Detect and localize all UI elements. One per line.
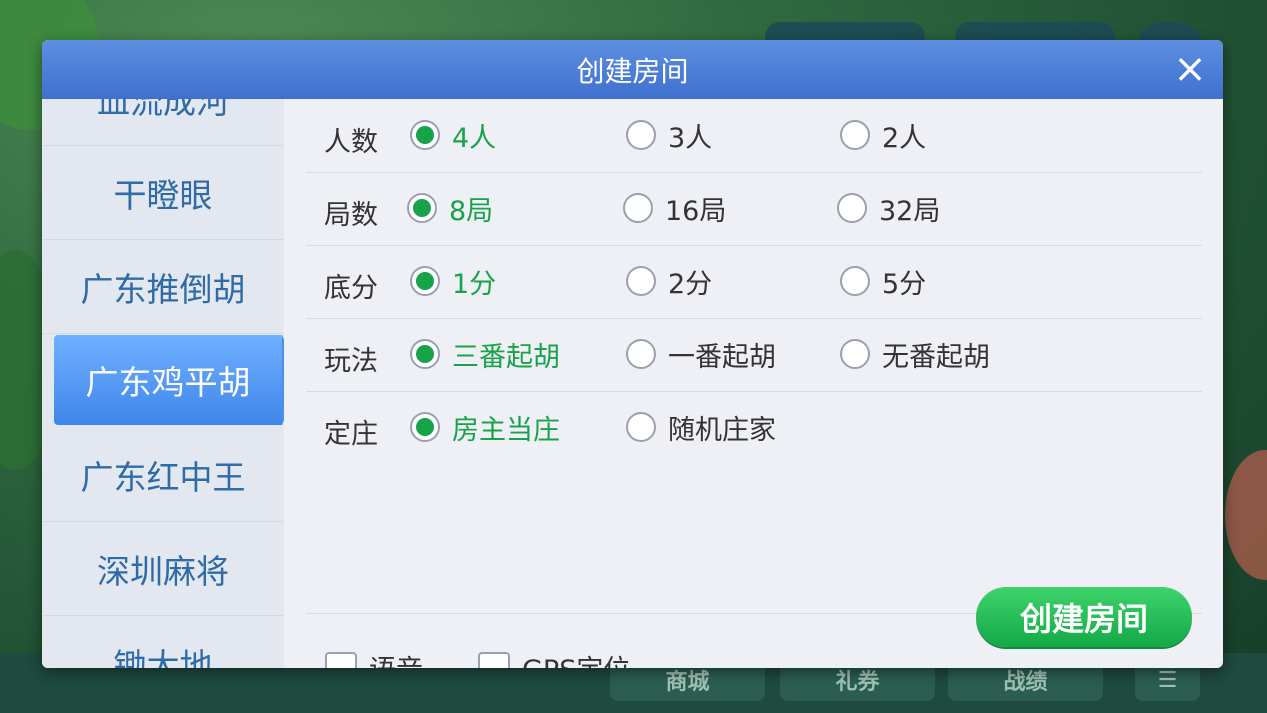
radio-unchecked-icon — [626, 412, 656, 442]
radio-label: 一番起胡 — [668, 341, 776, 373]
option-label: 底分 — [324, 273, 378, 304]
background-rock — [1225, 450, 1267, 580]
options-panel: 人数 4人 3人 2人 局数 8局 16局 32局 底分 1分 2分 5分 玩法… — [284, 99, 1223, 668]
radio-unchecked-icon — [623, 193, 653, 223]
radio-checked-icon — [410, 412, 440, 442]
radio-label: 3人 — [668, 122, 713, 154]
radio-checked-icon — [410, 120, 440, 150]
dialog-title: 创建房间 — [576, 54, 689, 88]
sidebar-item-label: 干瞪眼 — [113, 175, 213, 215]
radio-unchecked-icon — [840, 339, 870, 369]
option-row-base-score: 底分 1分 2分 5分 — [306, 245, 1202, 319]
radio-label: 5分 — [882, 268, 927, 300]
radio-score-2[interactable]: 2分 — [626, 263, 713, 300]
sidebar-item-gandengyan[interactable]: 干瞪眼 — [42, 146, 284, 240]
radio-rule-sanfan[interactable]: 三番起胡 — [410, 336, 560, 373]
radio-label: 2分 — [668, 268, 713, 300]
sidebar-item-label: 血流成河 — [97, 99, 229, 121]
radio-rounds-32[interactable]: 32局 — [837, 190, 941, 227]
radio-unchecked-icon — [626, 120, 656, 150]
radio-label: 无番起胡 — [882, 341, 990, 373]
option-row-rules: 玩法 三番起胡 一番起胡 无番起胡 — [306, 318, 1202, 392]
radio-label: 4人 — [452, 122, 497, 154]
checkbox-label: 语音 — [369, 648, 423, 668]
sidebar-item-guangdong-jipinghu[interactable]: 广东鸡平胡 — [54, 335, 284, 425]
radio-label: 8局 — [449, 195, 494, 227]
radio-unchecked-icon — [840, 120, 870, 150]
checkbox-label: GPS定位 — [522, 648, 630, 668]
checkbox-unchecked-icon — [325, 651, 357, 668]
checkbox-unchecked-icon — [478, 651, 510, 668]
radio-score-1[interactable]: 1分 — [410, 263, 497, 300]
radio-players-3[interactable]: 3人 — [626, 117, 713, 154]
radio-rounds-16[interactable]: 16局 — [623, 190, 727, 227]
sidebar-item-xueliuchenghe[interactable]: 血流成河 — [42, 99, 284, 146]
radio-label: 随机庄家 — [668, 414, 776, 446]
sidebar-item-label: 深圳麻将 — [97, 551, 229, 591]
radio-unchecked-icon — [626, 266, 656, 296]
sidebar-item-guangdong-hongzhongwang[interactable]: 广东红中王 — [42, 428, 284, 522]
radio-players-2[interactable]: 2人 — [840, 117, 927, 154]
radio-label: 1分 — [452, 268, 497, 300]
sidebar-item-shenzhen-majiang[interactable]: 深圳麻将 — [42, 522, 284, 616]
gps-checkbox[interactable]: GPS定位 — [478, 648, 630, 668]
sidebar-item-guangdong-tuidaohu[interactable]: 广东推倒胡 — [42, 240, 284, 334]
sidebar-item-label: 广东红中王 — [80, 457, 246, 497]
option-label: 定庄 — [324, 419, 378, 450]
radio-label: 2人 — [882, 122, 927, 154]
radio-checked-icon — [407, 193, 437, 223]
radio-label: 房主当庄 — [452, 414, 560, 446]
radio-rounds-8[interactable]: 8局 — [407, 190, 494, 227]
option-label: 玩法 — [324, 346, 378, 377]
sidebar-item-label: 锄大地 — [113, 645, 213, 669]
option-row-rounds: 局数 8局 16局 32局 — [306, 172, 1202, 246]
radio-label: 16局 — [665, 195, 727, 227]
sidebar-item-label: 广东鸡平胡 — [85, 363, 251, 402]
game-type-sidebar: 血流成河 干瞪眼 广东推倒胡 广东鸡平胡 广东红中王 深圳麻将 锄大地 — [42, 99, 284, 668]
radio-score-5[interactable]: 5分 — [840, 263, 927, 300]
sidebar-item-chudadi[interactable]: 锄大地 — [42, 616, 284, 669]
voice-checkbox[interactable]: 语音 — [325, 648, 423, 668]
close-icon[interactable]: × — [1171, 49, 1209, 89]
radio-label: 32局 — [879, 195, 941, 227]
option-row-players: 人数 4人 3人 2人 — [306, 99, 1202, 173]
option-label: 局数 — [324, 200, 378, 231]
sidebar-item-label: 广东推倒胡 — [80, 269, 246, 309]
radio-checked-icon — [410, 266, 440, 296]
radio-dealer-random[interactable]: 随机庄家 — [626, 409, 776, 446]
dialog-header: 创建房间 × — [42, 40, 1223, 99]
radio-dealer-host[interactable]: 房主当庄 — [410, 409, 560, 446]
radio-players-4[interactable]: 4人 — [410, 117, 497, 154]
radio-rule-yifan[interactable]: 一番起胡 — [626, 336, 776, 373]
radio-label: 三番起胡 — [452, 341, 560, 373]
radio-checked-icon — [410, 339, 440, 369]
radio-rule-wufan[interactable]: 无番起胡 — [840, 336, 990, 373]
option-label: 人数 — [324, 127, 378, 158]
radio-unchecked-icon — [837, 193, 867, 223]
create-room-button[interactable]: 创建房间 — [976, 587, 1192, 647]
radio-unchecked-icon — [626, 339, 656, 369]
radio-unchecked-icon — [840, 266, 870, 296]
create-room-dialog: 创建房间 × 血流成河 干瞪眼 广东推倒胡 广东鸡平胡 广东红中王 深圳麻将 锄… — [42, 40, 1223, 668]
option-row-dealer: 定庄 房主当庄 随机庄家 — [306, 391, 1202, 464]
